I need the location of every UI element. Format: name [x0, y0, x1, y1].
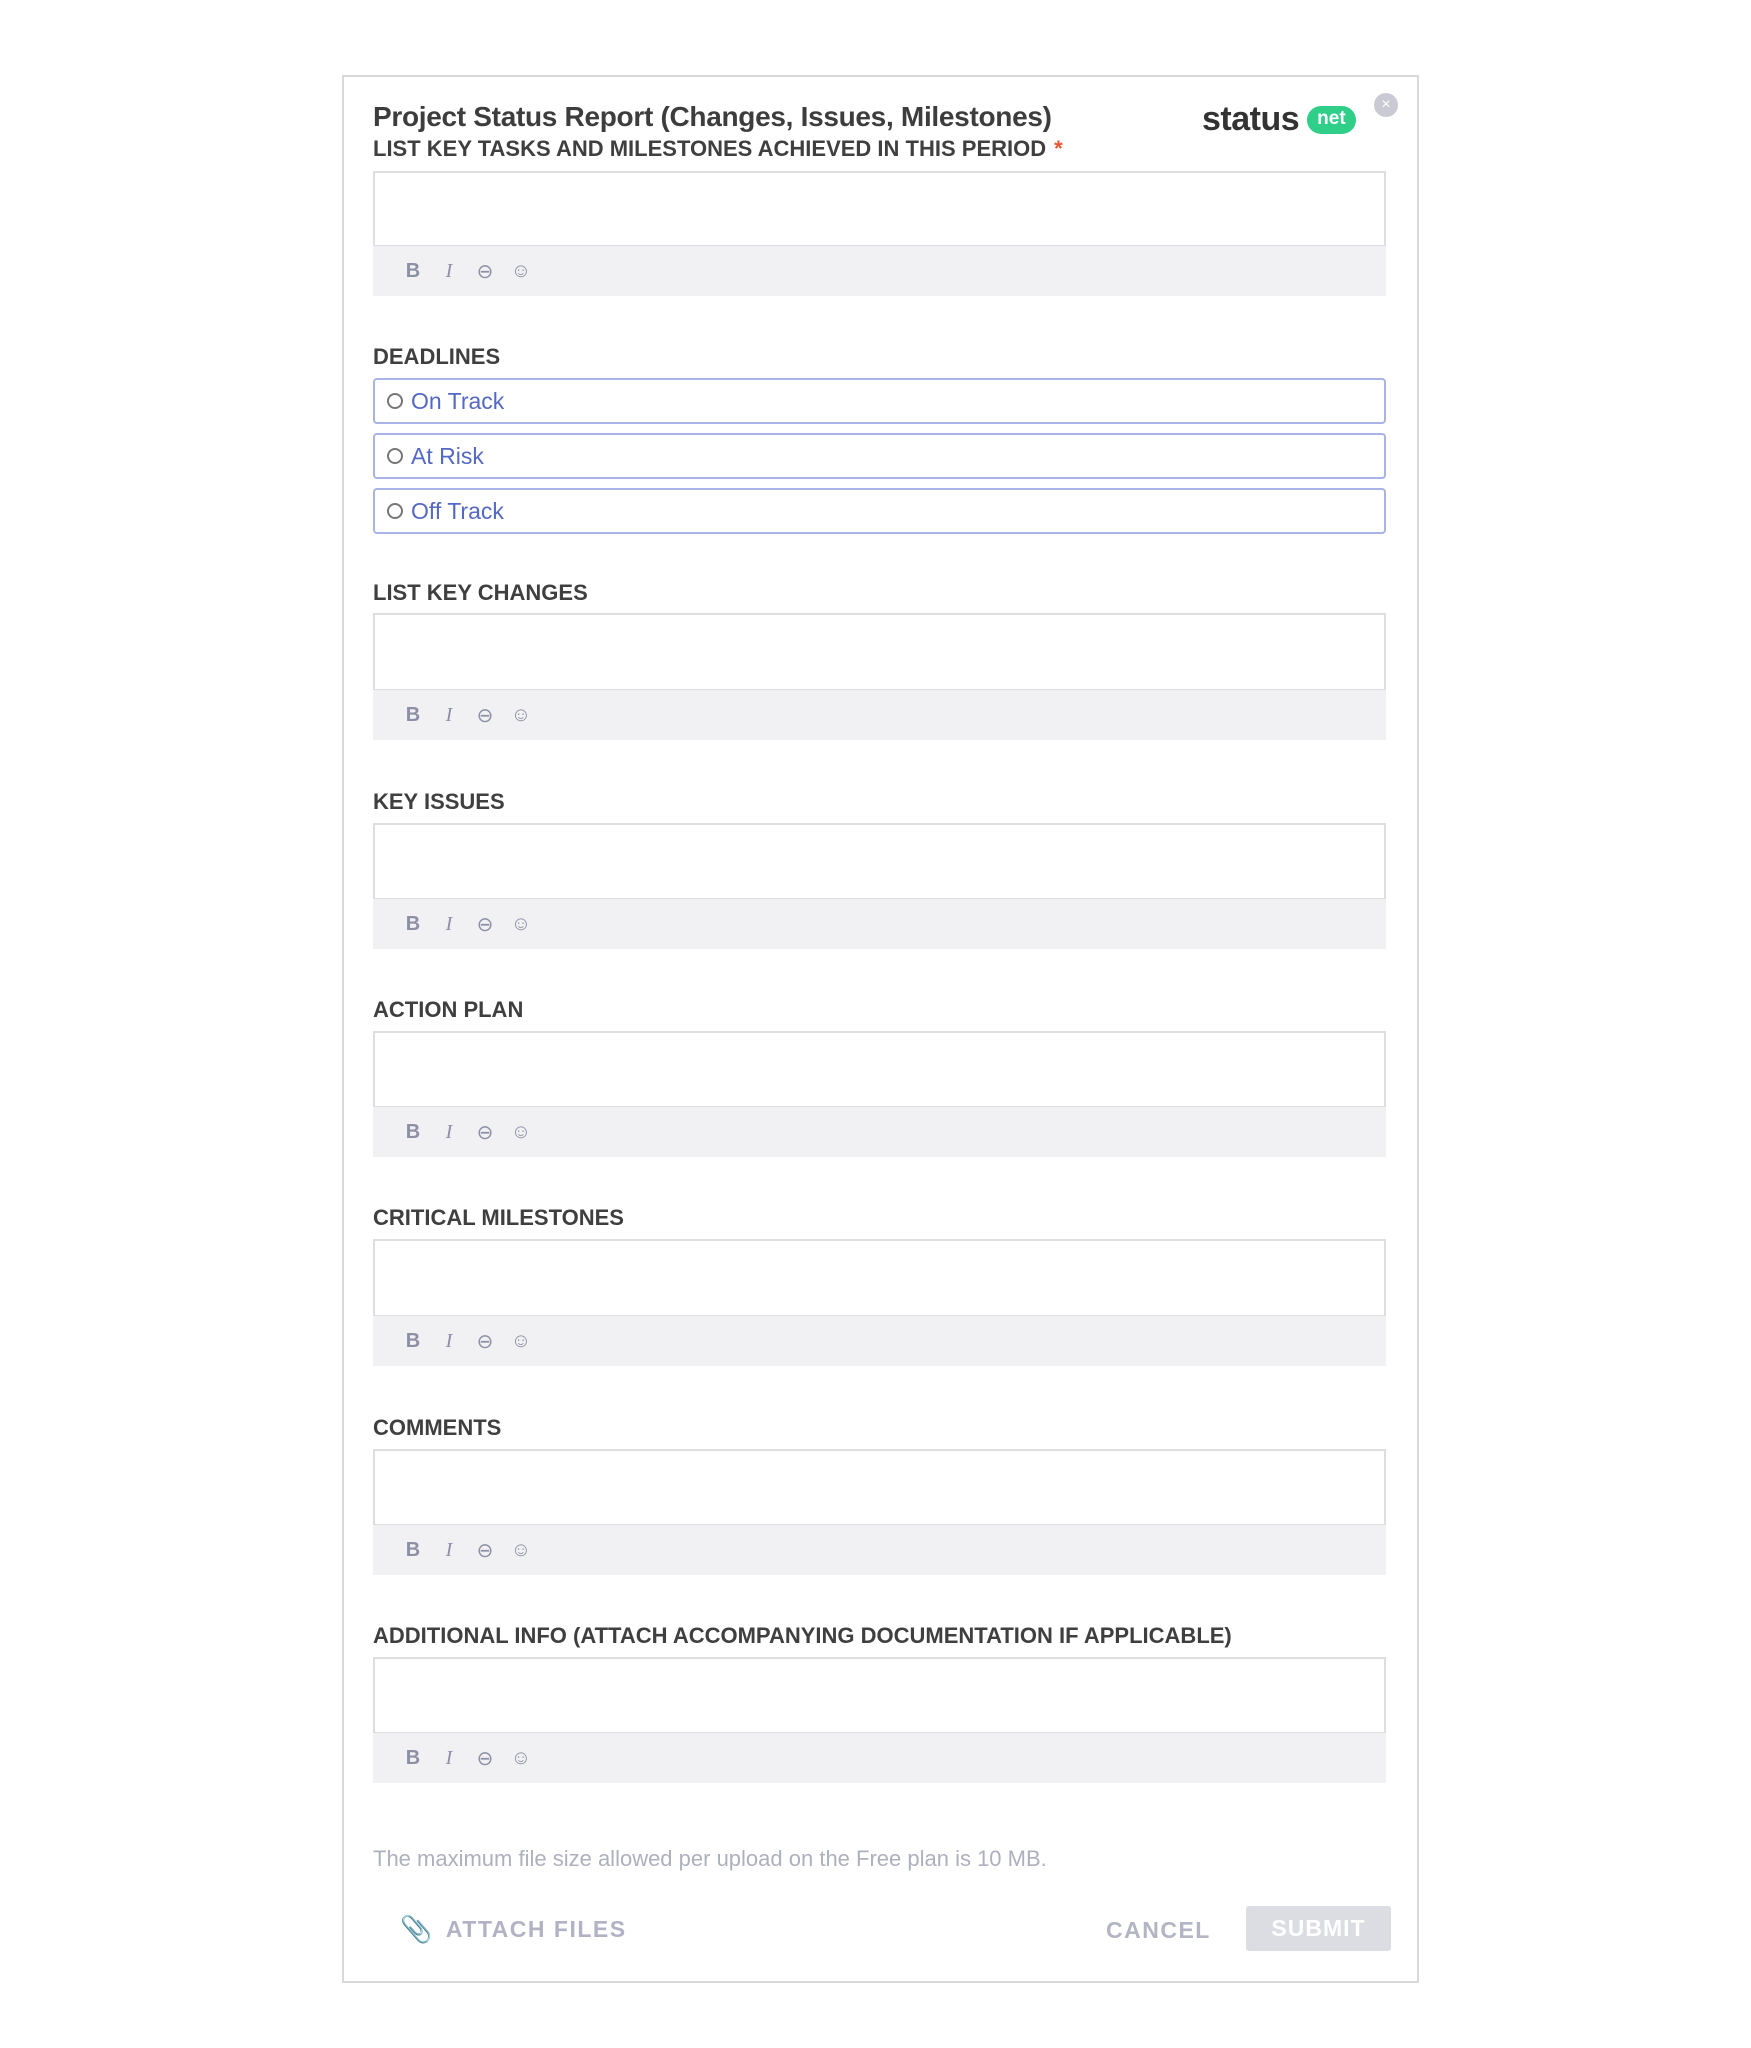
field-label-key-changes: LIST KEY CHANGES	[373, 580, 588, 605]
emoji-icon[interactable]: ☺	[503, 1121, 539, 1144]
italic-icon[interactable]: I	[431, 1121, 467, 1144]
label-text: LIST KEY TASKS AND MILESTONES ACHIEVED I…	[373, 136, 1047, 161]
italic-icon[interactable]: I	[431, 1747, 467, 1770]
field-label-comments: COMMENTS	[373, 1415, 502, 1440]
radio-on-track[interactable]: On Track	[373, 378, 1386, 424]
link-icon[interactable]: ⊖	[467, 703, 503, 728]
cancel-button[interactable]: CANCEL	[1106, 1917, 1211, 1944]
emoji-icon[interactable]: ☺	[503, 260, 539, 283]
bold-icon[interactable]: B	[395, 260, 431, 283]
italic-icon[interactable]: I	[431, 704, 467, 727]
link-icon[interactable]: ⊖	[467, 1329, 503, 1354]
critical-milestones-toolbar: B I ⊖ ☺	[373, 1316, 1386, 1366]
radio-circle-icon[interactable]	[387, 448, 403, 464]
link-icon[interactable]: ⊖	[467, 259, 503, 284]
bold-icon[interactable]: B	[395, 1330, 431, 1353]
deadlines-label: DEADLINES	[373, 344, 501, 369]
radio-off-track[interactable]: Off Track	[373, 488, 1386, 534]
emoji-icon[interactable]: ☺	[503, 1539, 539, 1562]
radio-circle-icon[interactable]	[387, 393, 403, 409]
bold-icon[interactable]: B	[395, 1747, 431, 1770]
radio-label: Off Track	[411, 497, 504, 524]
field-label-key-issues: KEY ISSUES	[373, 789, 505, 814]
field-label-key-tasks: LIST KEY TASKS AND MILESTONES ACHIEVED I…	[373, 136, 1063, 162]
key-changes-toolbar: B I ⊖ ☺	[373, 690, 1386, 740]
emoji-icon[interactable]: ☺	[503, 1747, 539, 1770]
bold-icon[interactable]: B	[395, 913, 431, 936]
action-plan-textarea[interactable]	[373, 1031, 1386, 1108]
bold-icon[interactable]: B	[395, 1121, 431, 1144]
key-issues-textarea[interactable]	[373, 823, 1386, 900]
field-label-critical-milestones: CRITICAL MILESTONES	[373, 1205, 624, 1230]
critical-milestones-textarea[interactable]	[373, 1239, 1386, 1317]
field-label-action-plan: ACTION PLAN	[373, 997, 524, 1022]
field-label-additional-info: ADDITIONAL INFO (ATTACH ACCOMPANYING DOC…	[373, 1623, 1232, 1648]
link-icon[interactable]: ⊖	[467, 1746, 503, 1771]
submit-button[interactable]: SUBMIT	[1246, 1906, 1391, 1951]
key-changes-textarea[interactable]	[373, 613, 1386, 691]
key-tasks-textarea[interactable]	[373, 171, 1386, 247]
form-title: Project Status Report (Changes, Issues, …	[373, 101, 1052, 132]
italic-icon[interactable]: I	[431, 260, 467, 283]
close-icon[interactable]: ×	[1374, 93, 1398, 117]
link-icon[interactable]: ⊖	[467, 912, 503, 937]
key-issues-toolbar: B I ⊖ ☺	[373, 899, 1386, 949]
radio-label: At Risk	[411, 442, 484, 469]
bold-icon[interactable]: B	[395, 1539, 431, 1562]
additional-info-textarea[interactable]	[373, 1657, 1386, 1734]
action-plan-toolbar: B I ⊖ ☺	[373, 1107, 1386, 1157]
bold-icon[interactable]: B	[395, 704, 431, 727]
emoji-icon[interactable]: ☺	[503, 913, 539, 936]
paperclip-icon: 📎	[400, 1914, 434, 1944]
key-tasks-toolbar: B I ⊖ ☺	[373, 246, 1386, 296]
file-size-note: The maximum file size allowed per upload…	[373, 1846, 1047, 1871]
attach-files-button[interactable]: 📎 ATTACH FILES	[400, 1914, 627, 1945]
required-mark: *	[1054, 136, 1063, 161]
comments-toolbar: B I ⊖ ☺	[373, 1525, 1386, 1575]
logo-text: status	[1202, 100, 1300, 138]
radio-circle-icon[interactable]	[387, 503, 403, 519]
logo-badge: net	[1307, 105, 1356, 134]
comments-textarea[interactable]	[373, 1449, 1386, 1526]
radio-at-risk[interactable]: At Risk	[373, 433, 1386, 479]
emoji-icon[interactable]: ☺	[503, 704, 539, 727]
italic-icon[interactable]: I	[431, 1330, 467, 1353]
emoji-icon[interactable]: ☺	[503, 1330, 539, 1353]
italic-icon[interactable]: I	[431, 1539, 467, 1562]
italic-icon[interactable]: I	[431, 913, 467, 936]
link-icon[interactable]: ⊖	[467, 1120, 503, 1145]
additional-info-toolbar: B I ⊖ ☺	[373, 1733, 1386, 1783]
attach-files-label: ATTACH FILES	[445, 1916, 627, 1942]
radio-label: On Track	[411, 387, 505, 414]
logo: status net	[1202, 100, 1356, 139]
link-icon[interactable]: ⊖	[467, 1538, 503, 1563]
